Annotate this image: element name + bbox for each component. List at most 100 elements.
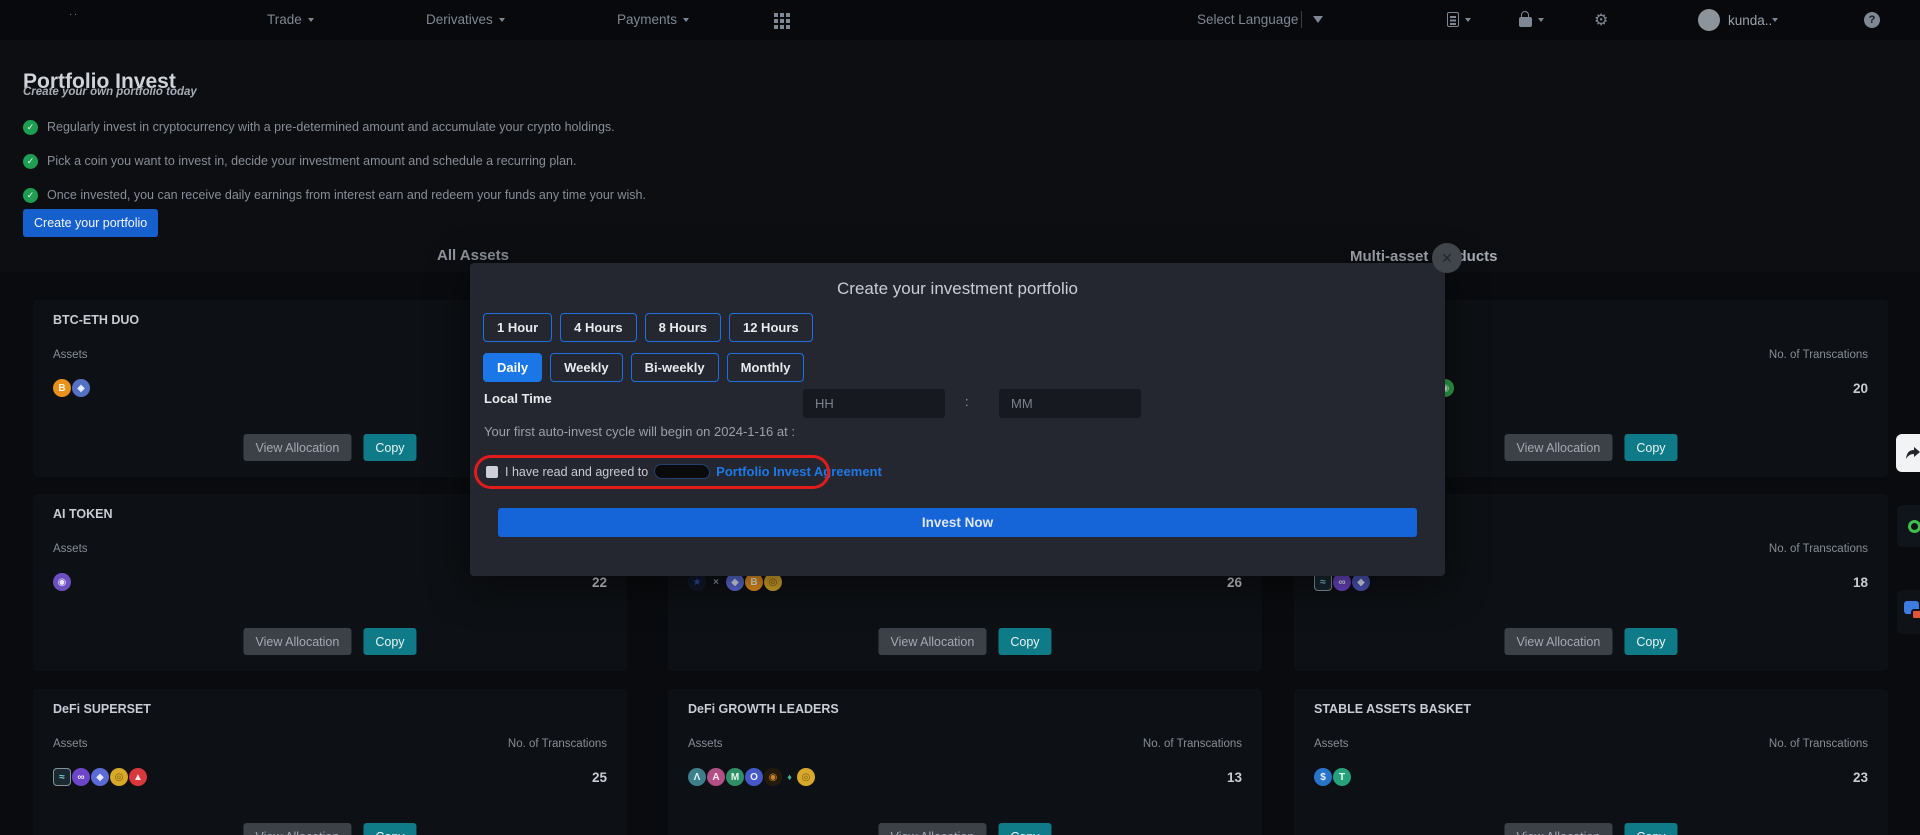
assets-label: Assets xyxy=(688,738,723,750)
top-nav: .. Trade Derivatives Payments Select Lan… xyxy=(0,0,1920,40)
feature-text: Regularly invest in cryptocurrency with … xyxy=(47,120,615,134)
copy-button[interactable]: Copy xyxy=(1624,628,1677,655)
card-title: STABLE ASSETS BASKET xyxy=(1314,702,1471,716)
apps-grid-icon[interactable] xyxy=(774,13,778,17)
local-time-label: Local Time xyxy=(484,391,552,406)
copy-button[interactable]: Copy xyxy=(363,434,416,461)
assets-label: Assets xyxy=(53,543,88,555)
card-actions: View Allocation Copy xyxy=(1504,434,1677,461)
view-allocation-button[interactable]: View Allocation xyxy=(878,628,986,655)
frequency-row: Daily Weekly Bi-weekly Monthly xyxy=(483,353,804,382)
nav-item-trade[interactable]: Trade xyxy=(267,12,314,27)
language-selector[interactable]: Select Language xyxy=(1197,12,1298,27)
view-allocation-button[interactable]: View Allocation xyxy=(878,823,986,835)
invest-now-button[interactable]: Invest Now xyxy=(498,508,1417,537)
view-allocation-button[interactable]: View Allocation xyxy=(243,628,351,655)
wallet-icon[interactable] xyxy=(1519,17,1532,27)
card-actions: View Allocation Copy xyxy=(878,628,1051,655)
nav-item-label: Trade xyxy=(267,12,302,27)
frequency-daily-button[interactable]: Daily xyxy=(483,353,542,382)
chevron-down-icon xyxy=(499,18,505,22)
orders-icon[interactable] xyxy=(1447,12,1459,27)
feature-list: ✓ Regularly invest in cryptocurrency wit… xyxy=(23,110,646,212)
share-float-button[interactable] xyxy=(1896,434,1920,472)
lambda-coin-icon: Λ xyxy=(688,768,706,786)
transactions-count: 22 xyxy=(592,575,607,590)
page-subtitle: Create your own portfolio today xyxy=(23,86,197,98)
interval-1-hour-button[interactable]: 1 Hour xyxy=(483,313,552,342)
copy-button[interactable]: Copy xyxy=(998,823,1051,835)
assets-label: Assets xyxy=(53,738,88,750)
feature-text: Pick a coin you want to invest in, decid… xyxy=(47,154,576,168)
frequency-bi-weekly-button[interactable]: Bi-weekly xyxy=(631,353,719,382)
card-actions: View Allocation Copy xyxy=(1504,823,1677,835)
transactions-count: 26 xyxy=(1227,575,1242,590)
nav-item-payments[interactable]: Payments xyxy=(617,12,689,27)
card-defi-growth-leaders: DeFi GROWTH LEADERS Assets No. of Transc… xyxy=(668,689,1262,835)
chat-float-button[interactable] xyxy=(1897,590,1920,634)
transactions-count: 20 xyxy=(1853,381,1868,396)
feature-item: ✓ Regularly invest in cryptocurrency wit… xyxy=(23,110,646,144)
interval-8-hours-button[interactable]: 8 Hours xyxy=(645,313,721,342)
card-actions: View Allocation Copy xyxy=(1504,628,1677,655)
tab-all-assets[interactable]: All Assets xyxy=(437,247,509,264)
btc-coin-icon: B xyxy=(53,379,71,397)
hour-input[interactable] xyxy=(803,389,945,418)
logo[interactable]: .. xyxy=(69,6,79,18)
card-title: AI TOKEN xyxy=(53,507,113,521)
copy-button[interactable]: Copy xyxy=(1624,434,1677,461)
agreement-checkbox[interactable] xyxy=(486,466,498,478)
copy-button[interactable]: Copy xyxy=(363,628,416,655)
copy-button[interactable]: Copy xyxy=(363,823,416,835)
agreement-link[interactable]: Portfolio Invest Agreement xyxy=(716,464,882,479)
help-icon[interactable]: ? xyxy=(1864,12,1880,28)
username[interactable]: kunda.. xyxy=(1728,13,1772,28)
green-m-coin-icon: M xyxy=(726,768,744,786)
card-stable-assets-basket: STABLE ASSETS BASKET Assets No. of Trans… xyxy=(1294,689,1888,835)
user-avatar[interactable] xyxy=(1698,9,1720,31)
card-title: BTC-ETH DUO xyxy=(53,313,139,327)
transactions-label: No. of Transcations xyxy=(508,738,607,750)
view-allocation-button[interactable]: View Allocation xyxy=(1504,823,1612,835)
frequency-weekly-button[interactable]: Weekly xyxy=(550,353,623,382)
language-dropdown-icon[interactable] xyxy=(1313,16,1323,23)
asset-icons: $T xyxy=(1314,768,1352,786)
pink-coin-icon: A xyxy=(707,768,725,786)
transactions-count: 13 xyxy=(1227,770,1242,785)
card-title: DeFi GROWTH LEADERS xyxy=(688,702,839,716)
cycle-info-text: Your first auto-invest cycle will begin … xyxy=(484,424,795,439)
card-actions: View Allocation Copy xyxy=(243,628,416,655)
modal-close-button[interactable]: ✕ xyxy=(1432,243,1462,273)
view-allocation-button[interactable]: View Allocation xyxy=(243,823,351,835)
view-allocation-button[interactable]: View Allocation xyxy=(1504,434,1612,461)
card-title: DeFi SUPERSET xyxy=(53,702,151,716)
chevron-down-icon xyxy=(308,18,314,22)
transactions-count: 25 xyxy=(592,770,607,785)
yellow-coin-icon: ◎ xyxy=(110,768,128,786)
nav-item-derivatives[interactable]: Derivatives xyxy=(426,12,505,27)
interval-12-hours-button[interactable]: 12 Hours xyxy=(729,313,813,342)
nav-item-label: Derivatives xyxy=(426,12,493,27)
minute-input[interactable] xyxy=(999,389,1141,418)
app-root: .. Trade Derivatives Payments Select Lan… xyxy=(0,0,1920,835)
brand-float-button[interactable] xyxy=(1897,505,1920,547)
copy-button[interactable]: Copy xyxy=(998,628,1051,655)
interval-4-hours-button[interactable]: 4 Hours xyxy=(560,313,636,342)
settings-gear-icon[interactable]: ⚙ xyxy=(1594,10,1608,30)
transactions-label: No. of Transcations xyxy=(1769,349,1868,361)
share-arrow-icon xyxy=(1905,446,1920,460)
create-portfolio-button[interactable]: Create your portfolio xyxy=(23,209,158,237)
transactions-label: No. of Transcations xyxy=(1769,543,1868,555)
usdt-coin-icon: T xyxy=(1333,768,1351,786)
redacted-brand xyxy=(655,465,709,478)
swirl-coin-icon: ≈ xyxy=(53,768,71,786)
view-allocation-button[interactable]: View Allocation xyxy=(243,434,351,461)
view-allocation-button[interactable]: View Allocation xyxy=(1504,628,1612,655)
chat-bubble-icon xyxy=(1911,609,1920,620)
chevron-down-icon xyxy=(1465,18,1471,22)
copy-button[interactable]: Copy xyxy=(1624,823,1677,835)
frequency-monthly-button[interactable]: Monthly xyxy=(727,353,805,382)
chevron-down-icon xyxy=(1772,18,1778,22)
assets-label: Assets xyxy=(53,349,88,361)
interval-row: 1 Hour 4 Hours 8 Hours 12 Hours xyxy=(483,313,813,342)
